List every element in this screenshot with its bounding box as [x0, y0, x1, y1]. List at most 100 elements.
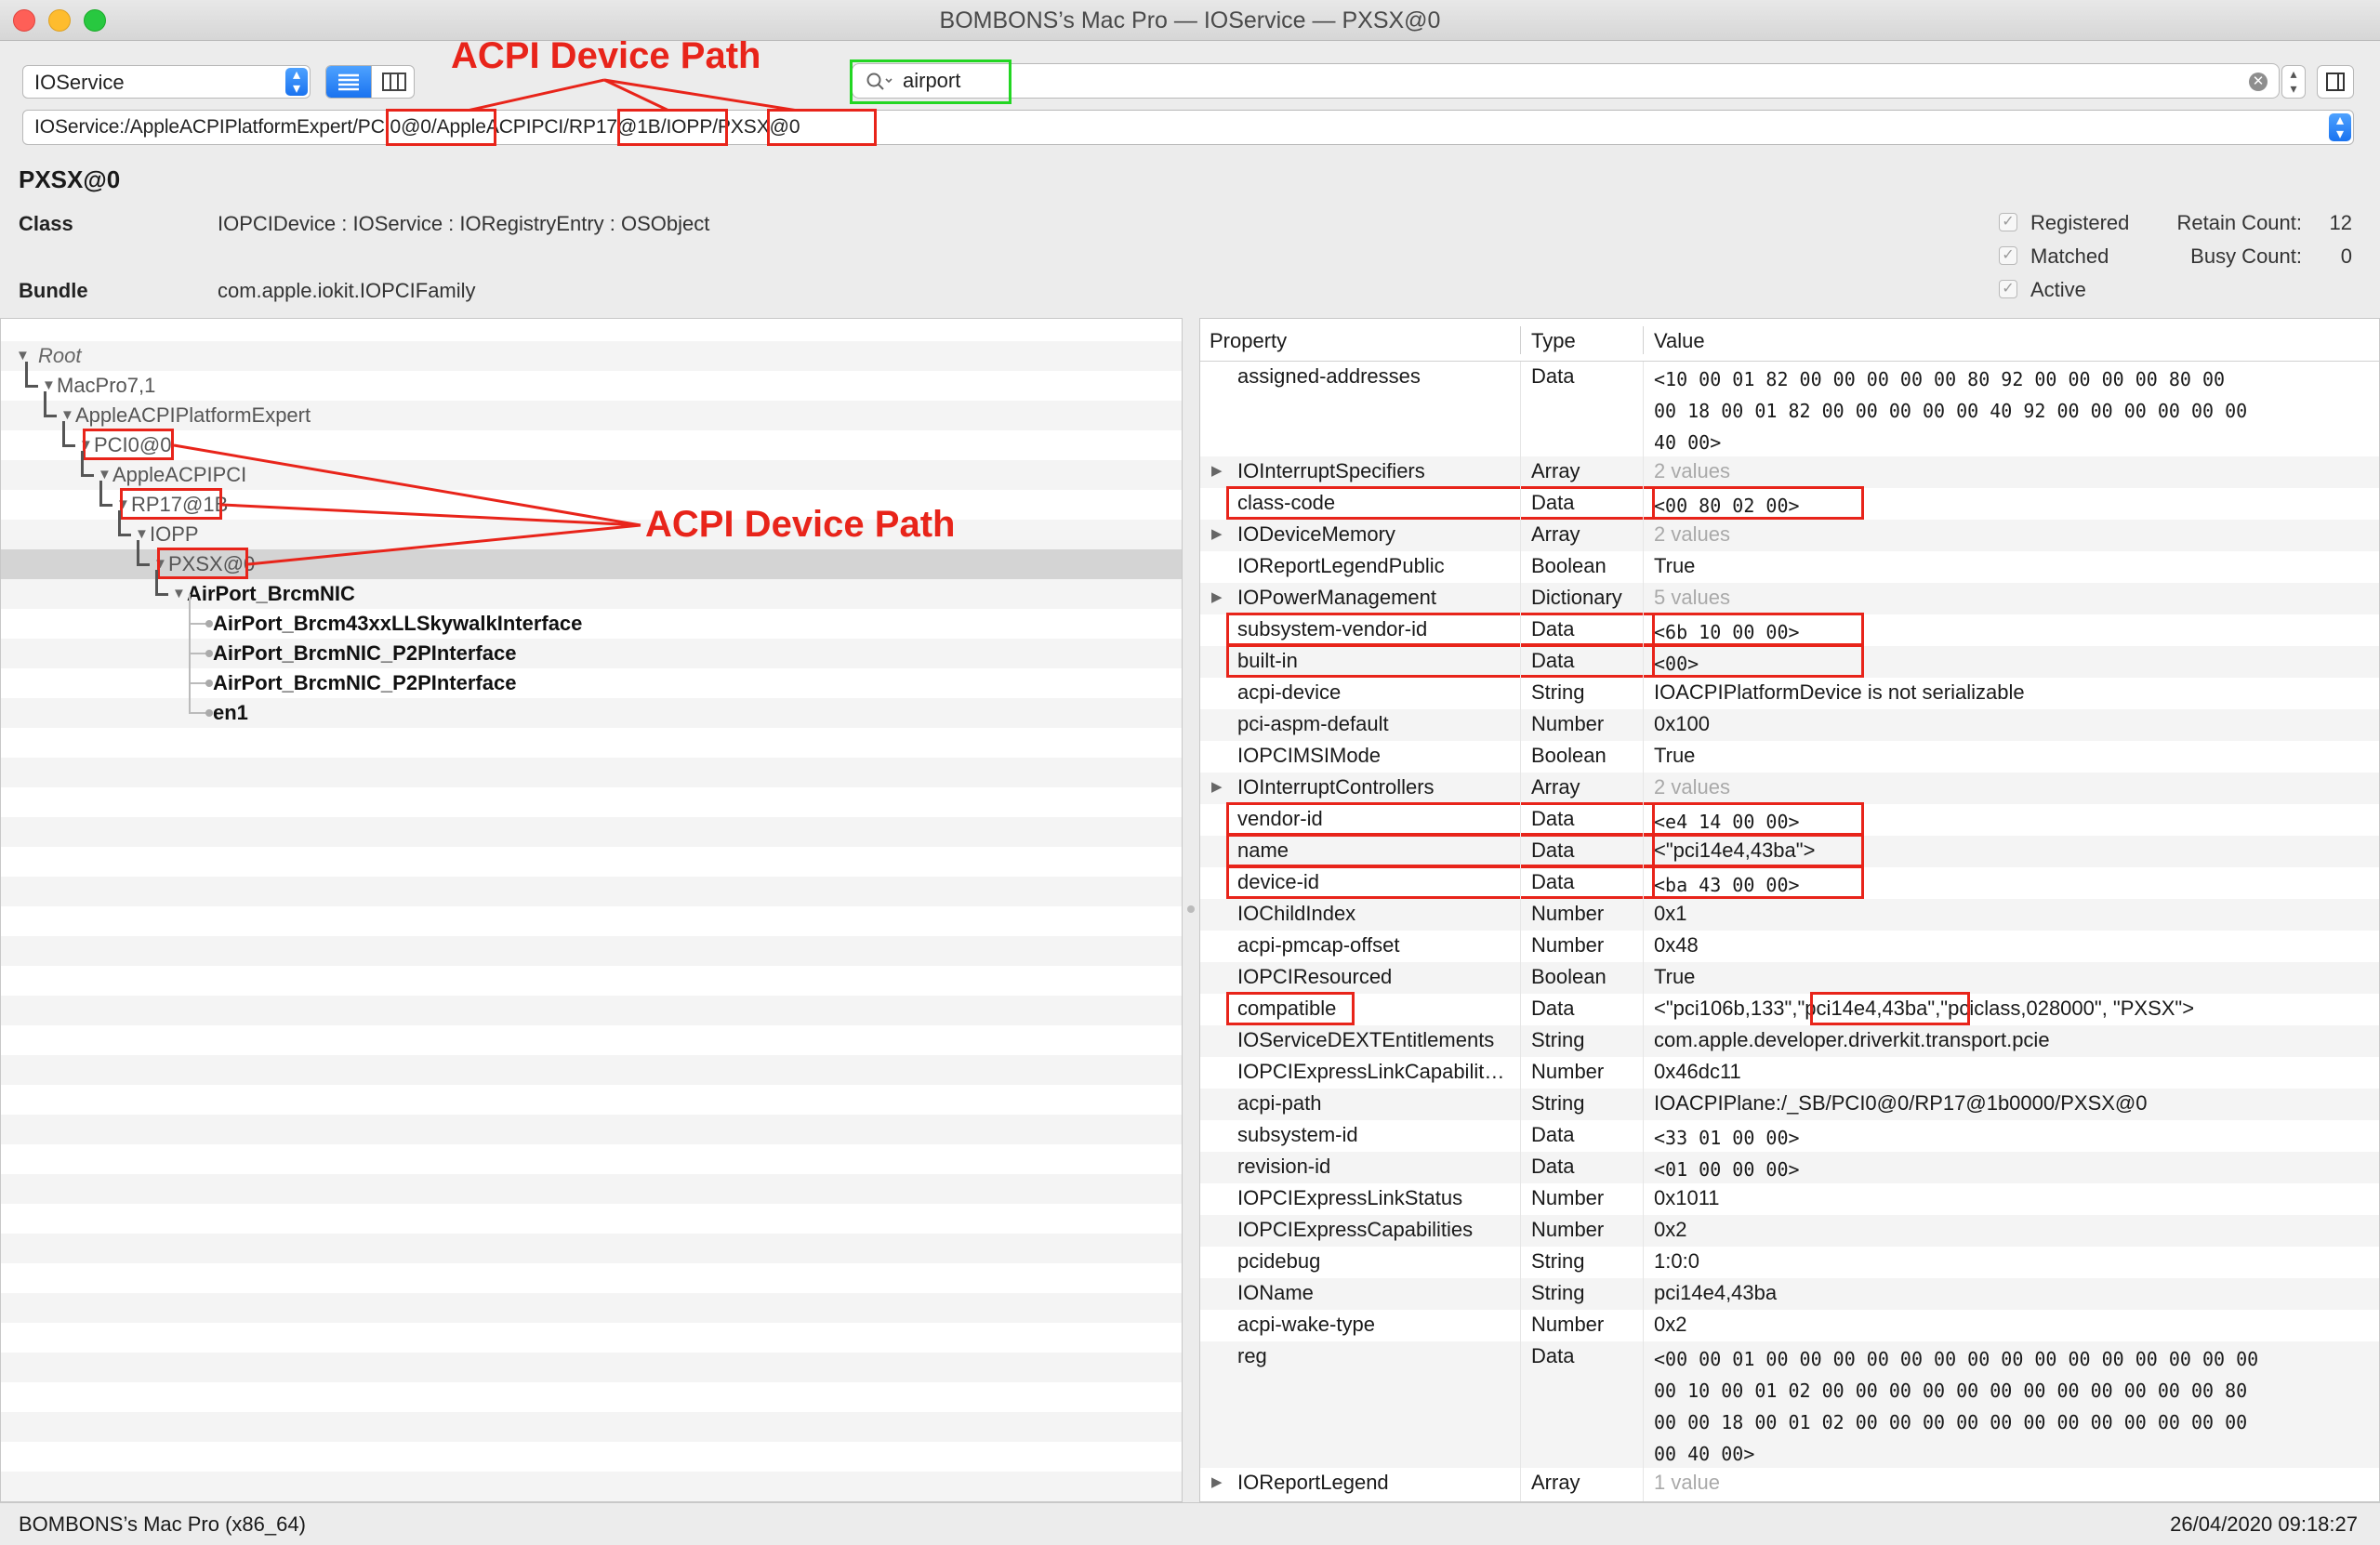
property-name: IOPowerManagement	[1237, 586, 1436, 609]
busy-count-value: 0	[2340, 244, 2352, 268]
property-type: Number	[1531, 1218, 1605, 1241]
property-type: Data	[1531, 997, 1575, 1020]
property-value: 0x1	[1654, 902, 1687, 925]
property-row[interactable]: IOReportLegendPublic Boolean True	[1200, 551, 2379, 583]
status-bar: BOMBONS’s Mac Pro (x86_64) 26/04/2020 09…	[0, 1502, 2380, 1545]
registry-tree-panel[interactable]: ▼ Root ▼ MacPro7,1 ▼ AppleACPIPlatformExpert ▼…	[0, 318, 1183, 1502]
property-type: String	[1531, 680, 1585, 704]
property-row[interactable]: IOChildIndex Number 0x1	[1200, 899, 2379, 931]
property-row[interactable]: ▶ IOInterruptSpecifiers Array 2 values	[1200, 456, 2379, 488]
property-row[interactable]: IOPCIMSIMode Boolean True	[1200, 741, 2379, 772]
column-header-type[interactable]: Type	[1531, 329, 1576, 353]
property-row[interactable]: ▶ IOReportLegend Array 1 value	[1200, 1468, 2379, 1499]
property-value: 2 values	[1654, 522, 1730, 546]
property-row[interactable]: pci-aspm-default Number 0x100	[1200, 709, 2379, 741]
property-row[interactable]: acpi-pmcap-offset Number 0x48	[1200, 931, 2379, 962]
property-value: 00 40 00>	[1654, 1443, 1755, 1465]
property-row[interactable]: compatible Data <"pci106b,133","pci14e4,43…	[1200, 992, 2379, 1025]
property-name: compatible	[1237, 997, 1337, 1020]
class-label: Class	[19, 212, 73, 235]
property-row[interactable]: ▶ IOPowerManagement Dictionary 5 values	[1200, 583, 2379, 614]
property-name: IOReportLegendPublic	[1237, 554, 1445, 577]
property-row[interactable]: reg Data <00 00 01 00 00 00 00 00 00 00 00…	[1200, 1341, 2379, 1468]
property-type: Data	[1531, 617, 1575, 640]
property-name: IOServiceDEXTEntitlements	[1237, 1028, 1495, 1051]
disclosure-triangle-icon[interactable]: ▶	[1211, 520, 1223, 549]
property-type: Data	[1531, 807, 1575, 830]
property-value: 00 10 00 01 02 00 00 00 00 00 00 00 00 0…	[1654, 1380, 2248, 1402]
property-row[interactable]: IOPCIResourced Boolean True	[1200, 962, 2379, 994]
property-type: String	[1531, 1028, 1585, 1051]
annotation-arrows-tree	[173, 443, 641, 566]
property-value: 0x100	[1654, 712, 1710, 735]
property-value: 2 values	[1654, 775, 1730, 799]
path-history-icon[interactable]: ▴ ▾	[2329, 113, 2351, 142]
property-name: assigned-addresses	[1237, 364, 1421, 388]
property-row[interactable]: subsystem-id Data <33 01 00 00>	[1200, 1120, 2379, 1152]
property-name: subsystem-id	[1237, 1123, 1358, 1146]
property-row[interactable]: acpi-wake-type Number 0x2	[1200, 1310, 2379, 1341]
property-type: Number	[1531, 933, 1605, 957]
property-name: IOReportLegend	[1237, 1471, 1389, 1494]
property-type: Number	[1531, 1186, 1605, 1209]
property-value: 0x2	[1654, 1218, 1687, 1241]
property-name: pcidebug	[1237, 1249, 1321, 1273]
disclosure-triangle-icon[interactable]: ▶	[1211, 456, 1223, 486]
panel-splitter[interactable]	[1183, 318, 1199, 1502]
property-type: Data	[1531, 1344, 1575, 1367]
properties-table[interactable]: Property Type Value assigned-addresses Da…	[1199, 318, 2380, 1502]
property-value: 00 18 00 01 82 00 00 00 00 00 40 92 00 0…	[1654, 400, 2248, 422]
property-name: IOChildIndex	[1237, 902, 1356, 925]
registry-path-field[interactable]: IOService:/AppleACPIPlatformExpert/PCI0@…	[22, 110, 2354, 145]
property-row[interactable]: IOPCIExpressCapabilities Number 0x2	[1200, 1215, 2379, 1247]
property-value: True	[1654, 554, 1696, 577]
active-label: Active	[2030, 278, 2086, 301]
property-name: name	[1237, 839, 1289, 862]
property-row[interactable]: pcidebug String 1:0:0	[1200, 1247, 2379, 1278]
property-name: built-in	[1237, 649, 1298, 672]
column-header-value[interactable]: Value	[1654, 329, 1705, 353]
column-header-property[interactable]: Property	[1210, 329, 1287, 353]
property-row[interactable]: revision-id Data <01 00 00 00>	[1200, 1152, 2379, 1183]
disclosure-triangle-icon[interactable]: ▶	[1211, 583, 1223, 613]
status-machine: BOMBONS’s Mac Pro (x86_64)	[19, 1512, 306, 1536]
property-row[interactable]: subsystem-vendor-id Data <6b 10 00 00>	[1200, 613, 2379, 646]
property-row[interactable]: acpi-path String IOACPIPlane:/_SB/PCI0@0/R…	[1200, 1089, 2379, 1120]
property-value: 2 values	[1654, 459, 1730, 482]
property-row[interactable]: IOPCIExpressLinkCapabilit… Number 0x46dc11	[1200, 1057, 2379, 1089]
property-row[interactable]: acpi-device String IOACPIPlatformDevice is…	[1200, 678, 2379, 709]
property-row[interactable]: name Data <"pci14e4,43ba">	[1200, 834, 2379, 867]
property-name: IOName	[1237, 1281, 1314, 1304]
property-type: Boolean	[1531, 965, 1606, 988]
property-value: 00 00 18 00 01 02 00 00 00 00 00 00 00 0…	[1654, 1411, 2248, 1433]
property-name: pci-aspm-default	[1237, 712, 1389, 735]
registered-checkbox: ✓	[1999, 213, 2017, 231]
property-row[interactable]: vendor-id Data <e4 14 00 00>	[1200, 802, 2379, 836]
property-row[interactable]: class-code Data <00 80 02 00>	[1200, 486, 2379, 520]
property-type: Boolean	[1531, 554, 1606, 577]
property-row[interactable]: IOServiceDEXTEntitlements String com.apple…	[1200, 1025, 2379, 1057]
object-name: PXSX@0	[19, 165, 121, 193]
bundle-value: com.apple.iokit.IOPCIFamily	[218, 279, 476, 302]
property-type: Boolean	[1531, 744, 1606, 767]
disclosure-triangle-icon[interactable]: ▶	[1211, 1468, 1223, 1498]
property-row[interactable]: built-in Data <00>	[1200, 644, 2379, 678]
property-type: String	[1531, 1249, 1585, 1273]
property-row[interactable]: IOPCIExpressLinkStatus Number 0x1011	[1200, 1183, 2379, 1215]
property-row[interactable]: ▶ IODeviceMemory Array 2 values	[1200, 520, 2379, 551]
property-value: IOACPIPlane:/_SB/PCI0@0/RP17@1b0000/PXSX…	[1654, 1091, 2148, 1115]
annotation-label-tree: ACPI Device Path	[645, 504, 956, 545]
property-value: <00 80 02 00>	[1654, 495, 1800, 517]
registry-path-value: IOService:/AppleACPIPlatformExpert/PCI0@…	[34, 116, 800, 138]
property-type: Dictionary	[1531, 586, 1622, 609]
property-row[interactable]: IOName String pci14e4,43ba	[1200, 1278, 2379, 1310]
property-name: acpi-wake-type	[1237, 1313, 1375, 1336]
property-row[interactable]: ▶ IOInterruptControllers Array 2 values	[1200, 772, 2379, 804]
property-row[interactable]: assigned-addresses Data <10 00 01 82 00 00…	[1200, 362, 2379, 456]
property-name: acpi-pmcap-offset	[1237, 933, 1400, 957]
property-row[interactable]: device-id Data <ba 43 00 00>	[1200, 865, 2379, 899]
property-name: class-code	[1237, 491, 1336, 514]
property-value: 5 values	[1654, 586, 1730, 609]
disclosure-triangle-icon[interactable]: ▶	[1211, 772, 1223, 802]
property-value: <00>	[1654, 653, 1699, 675]
